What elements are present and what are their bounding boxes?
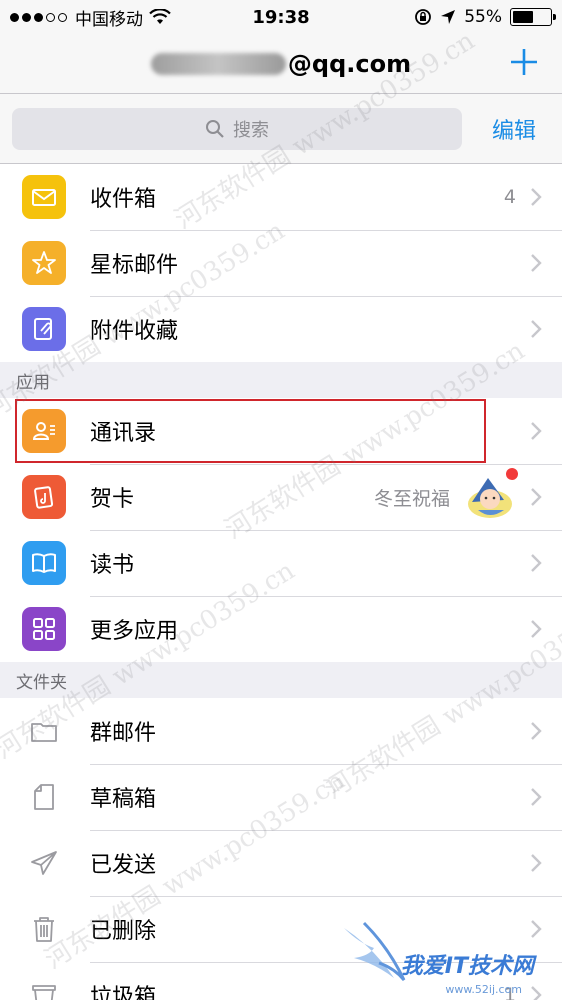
- folder-icon: [22, 709, 66, 753]
- app-contacts[interactable]: 通讯录: [0, 398, 562, 464]
- chevron-right-icon: [531, 422, 542, 440]
- search-icon: [206, 119, 224, 138]
- mailbox-attachments[interactable]: 附件收藏: [0, 296, 562, 362]
- folder-group-mail[interactable]: 群邮件: [0, 698, 562, 764]
- chevron-right-icon: [531, 320, 542, 338]
- status-bar: 中国移动 19:38 55%: [0, 0, 562, 34]
- sent-icon: [22, 841, 66, 885]
- battery-percent: 55%: [464, 7, 502, 27]
- mailbox-list: 收件箱 4 星标邮件 附件收藏: [0, 164, 562, 362]
- promo-avatar: [464, 468, 518, 520]
- chevron-right-icon: [531, 986, 542, 1000]
- app-greeting-card[interactable]: 贺卡 冬至祝福: [0, 464, 562, 530]
- chevron-right-icon: [531, 722, 542, 740]
- row-label: 草稿箱: [90, 787, 157, 812]
- star-icon: [22, 241, 66, 285]
- row-label: 读书: [90, 553, 135, 578]
- chevron-right-icon: [531, 620, 542, 638]
- logo-text: 我爱IT技术网: [400, 954, 534, 979]
- draft-icon: [22, 775, 66, 819]
- greeting-card-promo: 冬至祝福: [373, 487, 450, 510]
- chevron-right-icon: [531, 188, 542, 206]
- row-label: 收件箱: [90, 187, 157, 212]
- account-title[interactable]: @qq.com: [150, 49, 412, 78]
- new-badge: [506, 468, 518, 480]
- app-more[interactable]: 更多应用: [0, 596, 562, 662]
- mailbox-starred[interactable]: 星标邮件: [0, 230, 562, 296]
- rotation-lock-icon: [415, 9, 432, 25]
- location-icon: [441, 10, 456, 24]
- spam-icon: [22, 973, 66, 1000]
- row-label: 更多应用: [90, 619, 179, 644]
- row-label: 通讯录: [90, 421, 157, 446]
- search-row: 搜索 编辑: [0, 94, 562, 164]
- trash-icon: [22, 907, 66, 951]
- mailbox-inbox[interactable]: 收件箱 4: [0, 164, 562, 230]
- row-label: 贺卡: [90, 487, 135, 512]
- search-input[interactable]: 搜索: [12, 107, 462, 150]
- chevron-right-icon: [531, 788, 542, 806]
- attachment-icon: [22, 307, 66, 351]
- unread-count: 4: [503, 186, 516, 208]
- chevron-right-icon: [531, 554, 542, 572]
- folder-drafts[interactable]: 草稿箱: [0, 764, 562, 830]
- section-header-apps: 应用: [0, 362, 562, 398]
- chevron-right-icon: [531, 920, 542, 938]
- section-header-folders: 文件夹: [0, 662, 562, 698]
- chevron-right-icon: [531, 854, 542, 872]
- row-label: 附件收藏: [90, 319, 179, 344]
- grid-icon: [22, 607, 66, 651]
- add-icon[interactable]: [508, 46, 540, 78]
- signal-strength-icon: [10, 12, 67, 22]
- row-label: 垃圾箱: [90, 985, 157, 1000]
- contacts-icon: [22, 409, 66, 453]
- search-placeholder: 搜索: [233, 119, 269, 141]
- book-icon: [22, 541, 66, 585]
- edit-button[interactable]: 编辑: [492, 113, 536, 145]
- chevron-right-icon: [531, 254, 542, 272]
- redacted-email-prefix: [150, 52, 286, 75]
- carrier-name: 中国移动: [75, 9, 143, 30]
- account-suffix: @qq.com: [287, 49, 412, 78]
- row-label: 已删除: [90, 919, 157, 944]
- nav-bar: @qq.com: [0, 34, 562, 94]
- wifi-icon: [149, 9, 171, 24]
- logo-url: www.52ij.com: [445, 983, 522, 996]
- battery-icon: [510, 8, 556, 26]
- row-label: 星标邮件: [90, 253, 179, 278]
- row-label: 群邮件: [90, 721, 157, 746]
- chevron-right-icon: [531, 488, 542, 506]
- app-reading[interactable]: 读书: [0, 530, 562, 596]
- folder-sent[interactable]: 已发送: [0, 830, 562, 896]
- inbox-icon: [22, 175, 66, 219]
- card-icon: [22, 475, 66, 519]
- row-label: 已发送: [90, 853, 157, 878]
- apps-list: 通讯录 贺卡 冬至祝福 读书 更多应用: [0, 398, 562, 662]
